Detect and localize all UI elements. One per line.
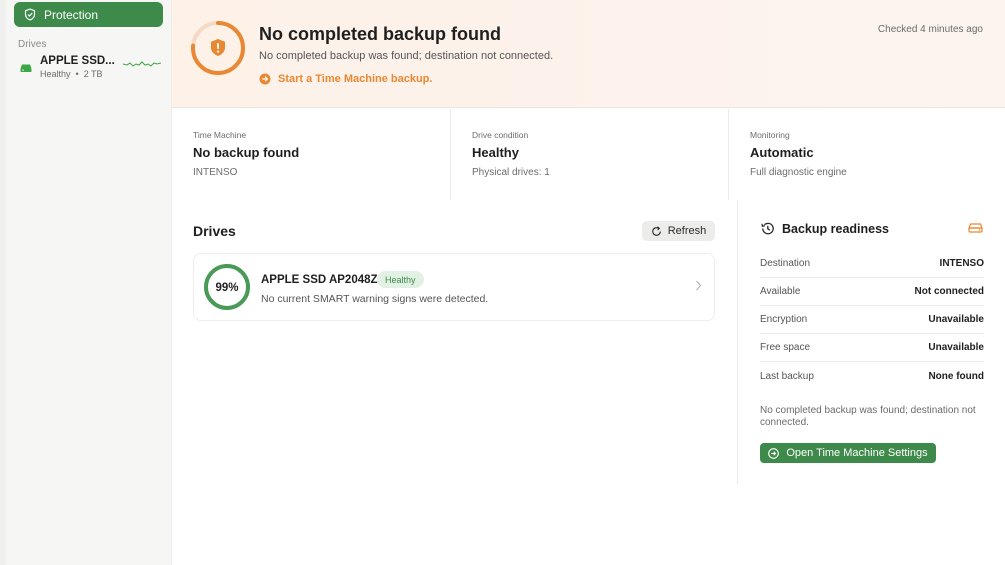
shield-icon	[24, 8, 36, 21]
sidebar-drive-text: APPLE SSD... Healthy • 2 TB	[40, 55, 115, 81]
status-banner: No completed backup found No completed b…	[172, 0, 1005, 108]
stat-label: Drive condition	[472, 130, 529, 140]
history-clock-icon	[761, 222, 774, 235]
row-key: Last backup	[760, 370, 814, 382]
readiness-row-free-space: Free space Unavailable	[760, 334, 984, 362]
row-key: Destination	[760, 258, 811, 269]
sidebar-item-label: Protection	[44, 7, 99, 22]
stats-row: Time Machine No backup found INTENSO Dri…	[172, 109, 1005, 200]
stat-time-machine: Time Machine No backup found INTENSO	[172, 109, 450, 200]
health-sparkline	[123, 61, 161, 67]
status-badge: Healthy	[377, 271, 424, 288]
row-key: Encryption	[760, 314, 808, 325]
drive-card-description: No current SMART warning signs were dete…	[261, 293, 489, 305]
readiness-row-encryption: Encryption Unavailable	[760, 306, 984, 334]
health-percent-label: 99%	[215, 282, 238, 294]
stat-sub: Full diagnostic engine	[750, 167, 847, 178]
start-backup-label: Start a Time Machine backup.	[278, 73, 433, 85]
row-value: INTENSO	[939, 258, 984, 269]
disk-icon	[20, 64, 32, 72]
sidebar-drive-name: APPLE SSD...	[40, 55, 115, 67]
sidebar-drive-meta: Healthy • 2 TB	[40, 68, 115, 81]
drive-card[interactable]: 99% APPLE SSD AP2048Z Healthy No current…	[193, 253, 715, 321]
stat-label: Monitoring	[750, 130, 790, 140]
row-key: Free space	[760, 342, 811, 353]
chevron-right-icon	[696, 280, 702, 291]
refresh-button[interactable]: Refresh	[642, 221, 715, 241]
arrow-circle-icon	[259, 73, 271, 85]
drives-title: Drives	[193, 223, 236, 239]
readiness-row-destination: Destination INTENSO	[760, 250, 984, 278]
arrow-circle-icon	[768, 447, 780, 459]
sidebar-drive-status: Healthy	[40, 69, 71, 79]
refresh-icon	[651, 225, 661, 236]
readiness-row-last-backup: Last backup None found	[760, 362, 984, 390]
last-checked: Checked 4 minutes ago	[877, 24, 983, 35]
stat-monitoring: Monitoring Automatic Full diagnostic eng…	[728, 109, 1005, 200]
sidebar-section-drives: Drives	[18, 39, 47, 50]
backup-readiness-panel: Backup readiness Destination INTENSO Ava…	[737, 200, 1005, 484]
banner-title: No completed backup found	[259, 24, 502, 44]
warning-ring	[191, 21, 245, 75]
refresh-label: Refresh	[667, 225, 707, 237]
sidebar-item-protection[interactable]: Protection	[14, 2, 163, 27]
stat-sub: Physical drives: 1	[472, 167, 550, 178]
stat-label: Time Machine	[193, 130, 247, 140]
shield-warning-icon	[211, 39, 225, 56]
sidebar: Protection Drives APPLE SSD... Healthy •…	[0, 0, 172, 565]
row-value: None found	[928, 370, 984, 382]
row-value: Unavailable	[928, 314, 984, 325]
sidebar-item-drive[interactable]: APPLE SSD... Healthy • 2 TB	[14, 52, 163, 84]
health-ring: 99%	[204, 264, 250, 310]
start-backup-link[interactable]: Start a Time Machine backup.	[259, 73, 432, 85]
readiness-note: No completed backup was found; destinati…	[760, 405, 976, 428]
separator-dot: •	[75, 69, 79, 79]
banner-description: No completed backup was found; destinati…	[259, 50, 554, 62]
drive-card-name: APPLE SSD AP2048Z	[261, 274, 378, 286]
stat-drive-condition: Drive condition Healthy Physical drives:…	[450, 109, 728, 200]
open-settings-label: Open Time Machine Settings	[786, 447, 928, 459]
stat-value: Automatic	[750, 145, 814, 160]
readiness-rows: Destination INTENSO Available Not connec…	[760, 250, 984, 390]
row-key: Available	[760, 286, 801, 297]
stat-value: No backup found	[193, 145, 300, 160]
row-value: Unavailable	[928, 342, 984, 353]
readiness-title: Backup readiness	[782, 222, 889, 236]
stat-sub: INTENSO	[193, 167, 238, 178]
external-drive-icon	[968, 223, 983, 233]
readiness-row-available: Available Not connected	[760, 278, 984, 306]
sidebar-drive-size: 2 TB	[83, 69, 103, 79]
stat-value: Healthy	[472, 145, 519, 160]
open-time-machine-settings-button[interactable]: Open Time Machine Settings	[760, 443, 936, 463]
row-value: Not connected	[914, 286, 984, 297]
